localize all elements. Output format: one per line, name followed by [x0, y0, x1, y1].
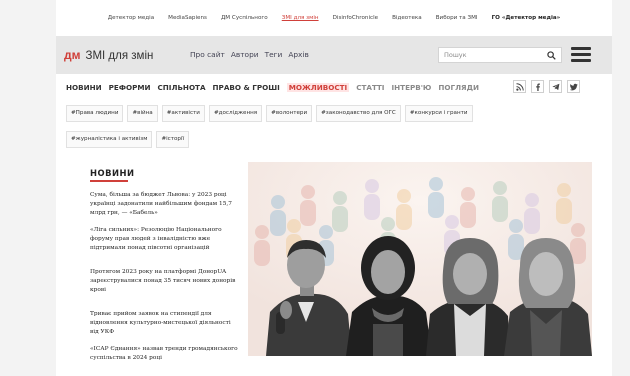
- logo-text: ЗМІ для змін: [85, 50, 154, 62]
- site-logo[interactable]: дм ЗМІ для змін: [64, 48, 153, 62]
- tag-contests-grants[interactable]: #конкурси і гранти: [404, 105, 473, 122]
- telegram-icon[interactable]: [549, 80, 562, 93]
- toplink-vybory[interactable]: Вибори та ЗМІ: [429, 15, 485, 21]
- featured-image[interactable]: [248, 162, 592, 356]
- toplink-detector-media[interactable]: Детектор медіа: [101, 15, 161, 21]
- news-heading: НОВИНИ: [90, 168, 135, 178]
- nav-archive[interactable]: Архів: [288, 50, 309, 59]
- search-box: [438, 47, 562, 63]
- category-interviews[interactable]: ІНТЕРВ'Ю: [391, 83, 431, 92]
- toplink-videoteka[interactable]: Відеотека: [385, 15, 429, 21]
- toplink-go-detector-media[interactable]: ГО «Детектор медіа»: [485, 15, 568, 21]
- toplink-zmi-dlia-zmin[interactable]: ЗМІ для змін: [275, 15, 326, 21]
- category-reforms[interactable]: РЕФОРМИ: [109, 83, 151, 92]
- category-news[interactable]: НОВИНИ: [66, 83, 102, 92]
- site-header: дм ЗМІ для змін Про сайт Автори Теги Арх…: [56, 36, 612, 74]
- toplink-disinfochronicle[interactable]: DisinfoChronicle: [326, 15, 386, 21]
- tag-research[interactable]: #дослідження: [208, 105, 263, 122]
- tag-volunteers[interactable]: #волонтери: [266, 105, 313, 122]
- category-law-money[interactable]: ПРАВО & ГРОШІ: [213, 83, 280, 92]
- facebook-icon[interactable]: [531, 80, 544, 93]
- menu-icon[interactable]: [571, 46, 591, 62]
- tag-human-rights[interactable]: #Права людини: [66, 105, 124, 122]
- tags-row-1: #Права людини #війна #активісти #дослідж…: [66, 105, 596, 122]
- search-icon[interactable]: [547, 51, 556, 60]
- toplink-dm-suspilnoho[interactable]: ДМ Суспільного: [214, 15, 275, 21]
- top-links-bar: Детектор медіа MediaSapiens ДМ Суспільно…: [56, 0, 612, 36]
- tag-activists[interactable]: #активісти: [161, 105, 205, 122]
- tag-stories[interactable]: #історії: [156, 131, 190, 148]
- tag-legislation[interactable]: #законодавство для ОГС: [316, 105, 401, 122]
- page: Детектор медіа MediaSapiens ДМ Суспільно…: [56, 0, 612, 376]
- category-nav: НОВИНИ РЕФОРМИ СПІЛЬНОТА ПРАВО & ГРОШІ М…: [66, 83, 479, 92]
- news-item[interactable]: Триває прийом заявок на стипендії для ві…: [90, 310, 240, 338]
- category-articles[interactable]: СТАТТІ: [356, 83, 384, 92]
- news-item[interactable]: Протягом 2023 року на платформі ДонорUA …: [90, 268, 240, 296]
- twitter-icon[interactable]: [567, 80, 580, 93]
- header-nav: Про сайт Автори Теги Архів: [190, 50, 309, 59]
- toplink-mediasapiens[interactable]: MediaSapiens: [161, 15, 214, 21]
- nav-about[interactable]: Про сайт: [190, 50, 225, 59]
- news-item[interactable]: Сума, більша за бюджет Львова: у 2023 ро…: [90, 191, 240, 219]
- news-item[interactable]: «Ліга сильних»: Резолюцію Національного …: [90, 226, 240, 254]
- category-community[interactable]: СПІЛЬНОТА: [158, 83, 206, 92]
- nav-authors[interactable]: Автори: [231, 50, 259, 59]
- news-heading-underline: [90, 180, 128, 182]
- hero-illustration: [248, 162, 592, 356]
- search-input[interactable]: [444, 51, 544, 59]
- category-opportunities[interactable]: МОЖЛИВОСТІ: [286, 83, 350, 92]
- nav-tags[interactable]: Теги: [265, 50, 283, 59]
- tags-row-2: #журналістика і активізм #історії: [66, 131, 596, 148]
- social-links: [513, 80, 580, 93]
- rss-icon[interactable]: [513, 80, 526, 93]
- category-opinions[interactable]: ПОГЛЯДИ: [438, 83, 479, 92]
- news-item[interactable]: «ІСАР Єднання» назвав тренди громадянськ…: [90, 345, 240, 363]
- logo-mark: дм: [64, 48, 81, 62]
- tag-war[interactable]: #війна: [127, 105, 158, 122]
- tag-journalism-activism[interactable]: #журналістика і активізм: [66, 131, 153, 148]
